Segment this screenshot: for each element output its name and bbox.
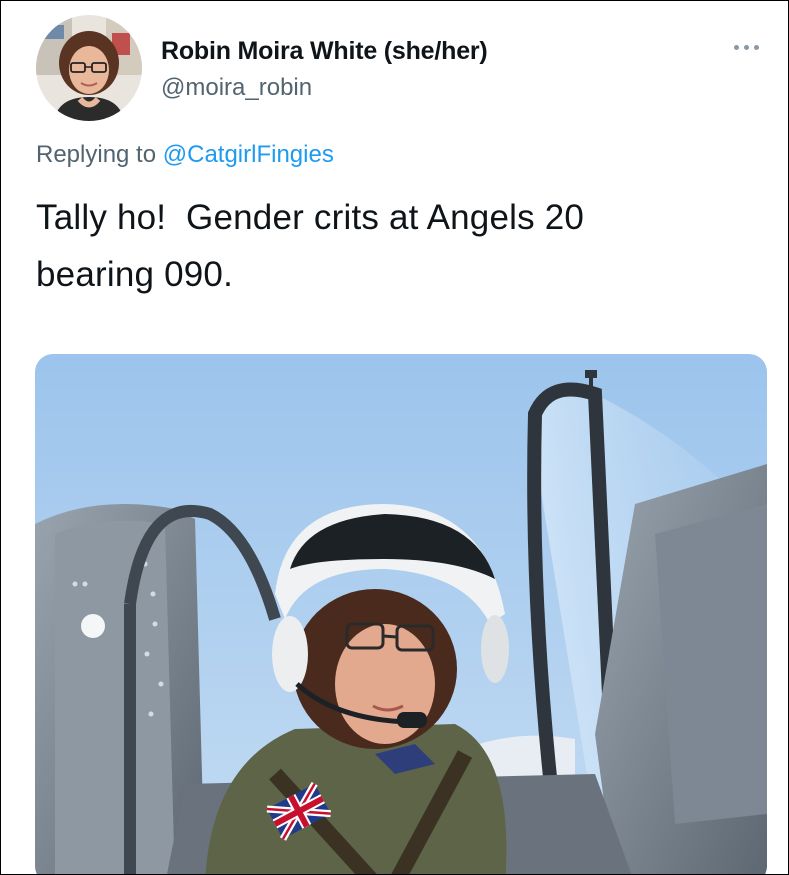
tweet-text: Tally ho! Gender crits at Angels 20 bear… — [36, 189, 756, 303]
replying-to-line: Replying to @CatgirlFingies — [36, 141, 334, 169]
tweet-media-photo[interactable] — [35, 354, 767, 874]
tweet-text-line-1: Tally ho! Gender crits at Angels 20 — [36, 198, 585, 237]
more-options-icon[interactable] — [727, 39, 765, 55]
author-avatar[interactable] — [36, 15, 142, 121]
more-dot — [733, 44, 739, 50]
replying-to-prefix: Replying to — [36, 141, 163, 168]
tweet-text-line-2: bearing 090. — [36, 255, 234, 294]
cockpit-photo — [35, 354, 767, 874]
more-dot — [743, 44, 749, 50]
tweet-card: Robin Moira White (she/her) @moira_robin… — [0, 0, 789, 875]
avatar-photo — [36, 15, 142, 121]
author-handle[interactable]: @moira_robin — [161, 74, 312, 102]
reply-mention-link[interactable]: @CatgirlFingies — [163, 141, 334, 168]
author-display-name[interactable]: Robin Moira White (she/her) — [161, 37, 488, 66]
more-dot — [753, 44, 759, 50]
